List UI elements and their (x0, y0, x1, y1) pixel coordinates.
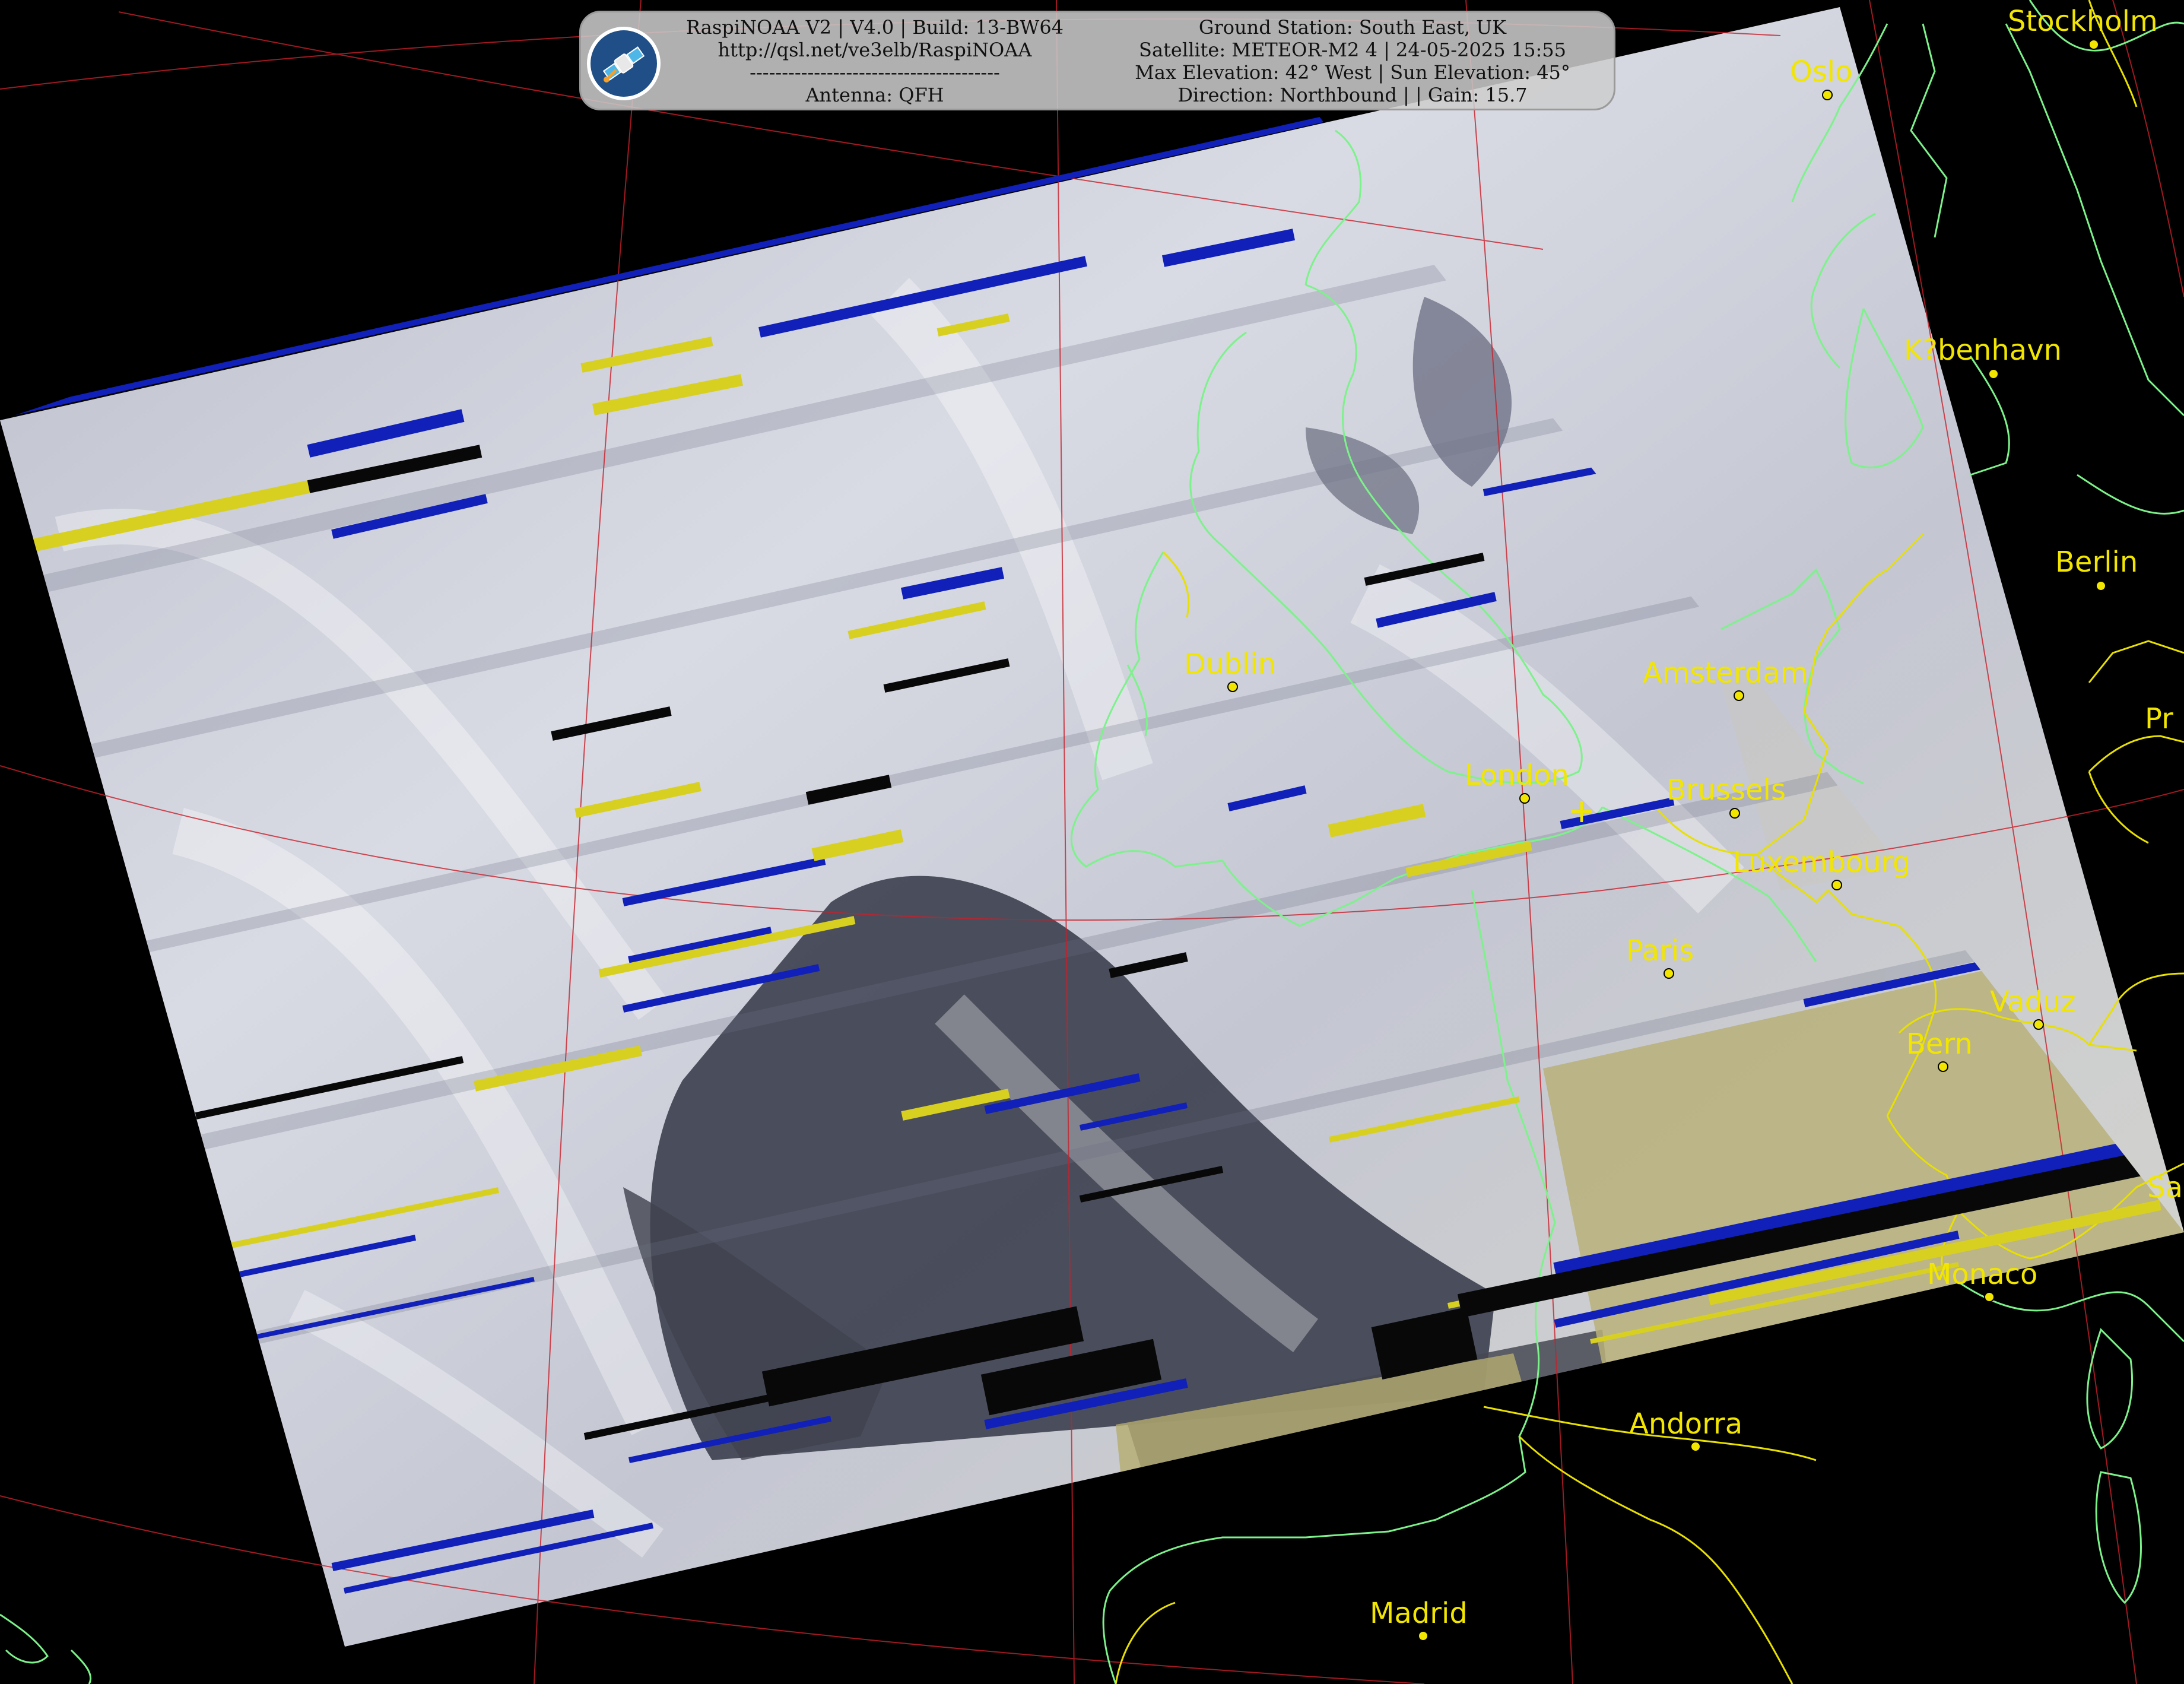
elevation-line: Max Elevation: 42° West | Sun Elevation:… (1135, 61, 1570, 84)
city-label: Brussels (1666, 773, 1786, 807)
satellite-line: Satellite: METEOR-M2 4 | 24-05-2025 15:5… (1139, 39, 1566, 61)
city-label: K?benhavn (1904, 334, 2062, 367)
city-label: Sa (2147, 1171, 2183, 1204)
software-version-line: RaspiNOAA V2 | V4.0 | Build: 13-BW64 (685, 16, 1064, 39)
direction-gain-line: Direction: Northbound | | Gain: 15.7 (1177, 84, 1528, 106)
app-logo (587, 27, 661, 100)
city-label: Andorra (1629, 1407, 1742, 1441)
city-label: Vaduz (1990, 985, 2076, 1019)
city-label: Berlin (2055, 546, 2138, 579)
pass-details: Ground Station: South East, UK Satellite… (1091, 16, 1614, 106)
city-label: Bern (1906, 1027, 1973, 1061)
city-label: London (1465, 759, 1569, 792)
separator-line: --------------------------------------- (750, 61, 1000, 84)
city-label: Stockholm (2008, 5, 2158, 38)
ground-station-line: Ground Station: South East, UK (1198, 16, 1507, 39)
city-label: Oslo (1790, 55, 1853, 88)
city-label: Madrid (1370, 1597, 1468, 1630)
city-pr: Pr (2145, 702, 2173, 735)
city-label: Pr (2145, 702, 2173, 735)
city-label: Amsterdam (1643, 657, 1808, 690)
city-label: Monaco (1927, 1258, 2037, 1291)
software-url-line: http://qsl.net/ve3elb/RaspiNOAA (718, 39, 1032, 61)
city-label: Luxembourg (1733, 846, 1910, 879)
ground-station-marker: + (1568, 792, 1596, 830)
city-sa: Sa (2147, 1171, 2183, 1204)
software-info: RaspiNOAA V2 | V4.0 | Build: 13-BW64 htt… (670, 16, 1080, 106)
satellite-map: + Stockholm Oslo K?benhavn Berlin Pr Dub… (0, 0, 2184, 1684)
city-label: Paris (1626, 934, 1694, 968)
pass-info-panel: RaspiNOAA V2 | V4.0 | Build: 13-BW64 htt… (579, 11, 1615, 110)
satellite-icon (591, 30, 657, 97)
antenna-line: Antenna: QFH (805, 84, 944, 106)
city-label: Dublin (1184, 648, 1276, 681)
